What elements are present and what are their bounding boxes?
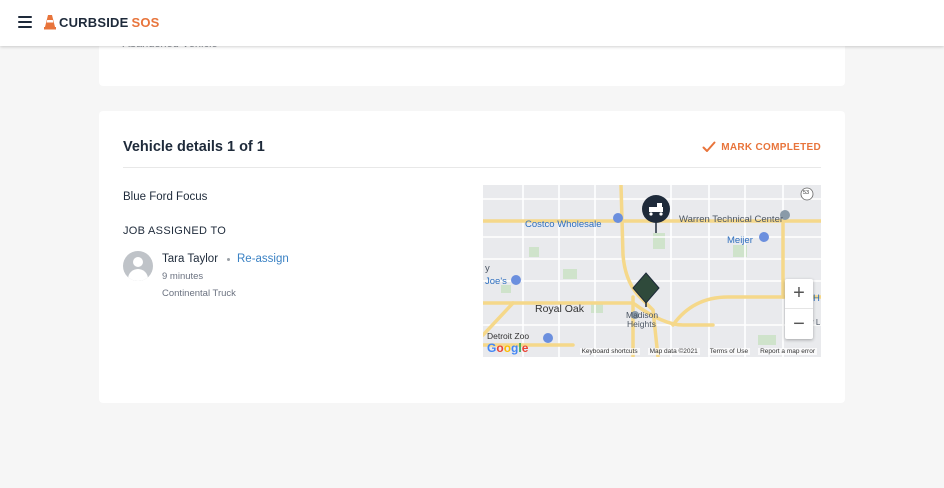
- separator-dot: [227, 258, 230, 261]
- menu-icon[interactable]: [18, 16, 32, 28]
- zoom-out-button[interactable]: −: [785, 309, 813, 339]
- card-title: Vehicle details 1 of 1: [123, 139, 265, 155]
- assignee-eta: 9 minutes: [162, 271, 204, 282]
- top-bar: CURBSIDE SOS: [0, 0, 944, 46]
- zoom-controls: + −: [785, 279, 813, 339]
- assignee-company: Continental Truck: [162, 288, 236, 299]
- assignee-name: Tara Taylor: [162, 253, 219, 265]
- map-label-edge-y: y: [485, 263, 490, 274]
- map-label-detroit-zoo: Detroit Zoo: [487, 331, 530, 341]
- traffic-cone-icon: [44, 15, 56, 30]
- report-error-link[interactable]: Report a map error: [758, 347, 817, 355]
- mark-completed-button[interactable]: MARK COMPLETED: [702, 141, 821, 153]
- route-shield-label: 53: [803, 190, 810, 196]
- map-label-royal-oak: Royal Oak: [535, 303, 585, 315]
- job-assigned-label: JOB ASSIGNED TO: [123, 225, 227, 237]
- map-footer: Keyboard shortcuts Map data ©2021 Terms …: [483, 345, 821, 357]
- map-data-text: Map data ©2021: [647, 347, 700, 355]
- map-label-edge-h: H: [813, 293, 820, 304]
- divider: [123, 167, 821, 168]
- brand-suffix: SOS: [131, 14, 160, 30]
- mark-completed-label: MARK COMPLETED: [721, 141, 821, 153]
- brand-name: CURBSIDE: [59, 14, 129, 30]
- zoom-in-button[interactable]: +: [785, 279, 813, 309]
- brand-logo[interactable]: CURBSIDE SOS: [44, 14, 160, 30]
- map-label-costco: Costco Wholesale: [525, 219, 602, 230]
- checkmark-icon: [702, 141, 716, 152]
- keyboard-shortcuts-link[interactable]: Keyboard shortcuts: [579, 347, 640, 355]
- vehicle-details-card: Vehicle details 1 of 1 MARK COMPLETED Bl…: [99, 111, 845, 403]
- terms-link[interactable]: Terms of Use: [707, 347, 751, 355]
- map-label-warren: Warren Technical Center: [679, 214, 784, 225]
- reassign-link[interactable]: Re-assign: [237, 253, 289, 265]
- map-label-meijer: Meijer: [727, 235, 753, 246]
- map-label-joes: Joe's: [485, 276, 507, 287]
- map-view[interactable]: Costco Wholesale Warren Technical Center…: [483, 185, 821, 357]
- map-label-heights: Heights: [627, 319, 656, 329]
- vehicle-name: Blue Ford Focus: [123, 191, 208, 203]
- map-tiles: [483, 185, 821, 357]
- avatar: [123, 251, 153, 281]
